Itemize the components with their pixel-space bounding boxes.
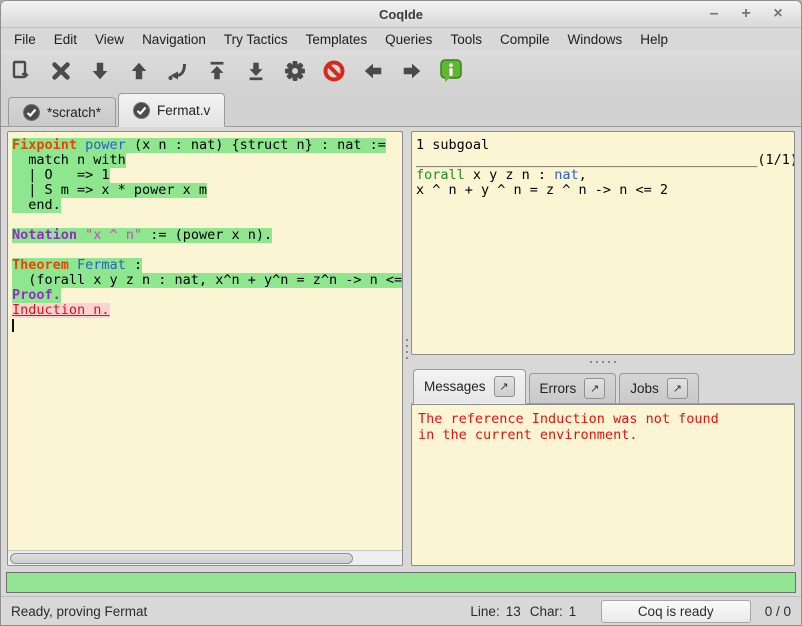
- coq-status-button[interactable]: Coq is ready: [601, 600, 751, 623]
- tab-fermat[interactable]: Fermat.v: [118, 93, 225, 127]
- right-column: 1 subgoal_______________________________…: [411, 131, 795, 566]
- detach-jobs-icon[interactable]: ↗: [667, 378, 688, 399]
- code-line: | O => 1: [12, 168, 400, 183]
- main-area: Fixpoint power (x n : nat) {struct n} : …: [1, 127, 801, 570]
- tab-jobs[interactable]: Jobs ↗: [619, 373, 699, 403]
- toolbar: [1, 50, 801, 92]
- code-line: 1 subgoal: [416, 138, 790, 153]
- tab-fermat-label: Fermat.v: [157, 103, 210, 118]
- text-cursor: [12, 319, 14, 332]
- menu-item-edit[interactable]: Edit: [45, 30, 86, 49]
- close-button[interactable]: ×: [767, 2, 789, 26]
- code-line: Induction n.: [12, 303, 400, 318]
- menu-bar: FileEditViewNavigationTry TacticsTemplat…: [1, 28, 801, 50]
- horizontal-scrollbar[interactable]: [8, 550, 402, 565]
- tab-check-icon: [23, 104, 40, 121]
- menu-item-view[interactable]: View: [86, 30, 133, 49]
- line-label: Line:: [470, 604, 499, 619]
- char-label: Char:: [530, 604, 563, 619]
- code-line: (forall x y z n : nat, x^n + y^n = z^n -…: [12, 273, 400, 288]
- jobs-counter: 0 / 0: [765, 604, 791, 619]
- maximize-button[interactable]: +: [735, 2, 757, 26]
- code-line: [12, 243, 400, 258]
- previous-occurrence-icon[interactable]: [360, 58, 386, 84]
- script-editor-panel: Fixpoint power (x n : nat) {struct n} : …: [7, 131, 403, 566]
- detach-messages-icon[interactable]: ↗: [494, 376, 515, 397]
- menu-item-try-tactics[interactable]: Try Tactics: [215, 30, 297, 49]
- code-line: forall x y z n : nat,: [416, 168, 790, 183]
- tab-messages[interactable]: Messages ↗: [413, 369, 526, 404]
- status-ready-text: Ready, proving Fermat: [11, 604, 147, 619]
- line-value: 13: [506, 604, 524, 619]
- check-document-icon[interactable]: [9, 58, 35, 84]
- menu-item-file[interactable]: File: [5, 30, 45, 49]
- message-line: in the current environment.: [418, 427, 788, 443]
- window-title: CoqIde: [1, 7, 801, 22]
- interrupt-icon[interactable]: [321, 58, 347, 84]
- status-right: Line: 13 Char: 1 Coq is ready 0 / 0: [470, 600, 791, 623]
- code-line: match n with: [12, 153, 400, 168]
- code-editor[interactable]: Fixpoint power (x n : nat) {struct n} : …: [8, 132, 402, 550]
- messages-panel[interactable]: The reference Induction was not foundin …: [411, 404, 795, 566]
- code-line: x ^ n + y ^ n = z ^ n -> n <= 2: [416, 183, 790, 198]
- char-value: 1: [569, 604, 587, 619]
- tab-errors-label: Errors: [540, 381, 577, 396]
- coqide-window: CoqIde – + × FileEditViewNavigationTry T…: [0, 0, 802, 626]
- tab-messages-label: Messages: [424, 379, 486, 394]
- menu-item-queries[interactable]: Queries: [376, 30, 441, 49]
- vertical-splitter[interactable]: [403, 131, 411, 566]
- code-line: [12, 318, 400, 333]
- detach-errors-icon[interactable]: ↗: [584, 378, 605, 399]
- title-bar[interactable]: CoqIde – + ×: [1, 1, 801, 28]
- message-tab-bar: Messages ↗ Errors ↗ Jobs ↗: [411, 368, 795, 404]
- minimize-button[interactable]: –: [703, 2, 725, 26]
- goal-panel[interactable]: 1 subgoal_______________________________…: [411, 131, 795, 355]
- code-line: [12, 213, 400, 228]
- go-to-cursor-icon[interactable]: [165, 58, 191, 84]
- document-tab-bar: *scratch* Fermat.v: [1, 92, 801, 127]
- menu-item-tools[interactable]: Tools: [441, 30, 491, 49]
- tab-jobs-label: Jobs: [630, 381, 659, 396]
- go-to-begin-icon[interactable]: [204, 58, 230, 84]
- code-line: Fixpoint power (x n : nat) {struct n} : …: [12, 138, 400, 153]
- gear-icon[interactable]: [282, 58, 308, 84]
- window-controls: – + ×: [703, 2, 801, 26]
- progress-bar: [6, 572, 796, 593]
- code-line: end.: [12, 198, 400, 213]
- next-occurrence-icon[interactable]: [399, 58, 425, 84]
- code-line: | S m => x * power x m: [12, 183, 400, 198]
- tab-check-icon: [133, 102, 150, 119]
- scrollbar-thumb[interactable]: [10, 553, 353, 564]
- go-to-end-icon[interactable]: [243, 58, 269, 84]
- code-line: Theorem Fermat :: [12, 258, 400, 273]
- code-line: Notation "x ^ n" := (power x n).: [12, 228, 400, 243]
- message-line: The reference Induction was not found: [418, 411, 788, 427]
- step-forward-icon[interactable]: [87, 58, 113, 84]
- tab-errors[interactable]: Errors ↗: [529, 373, 617, 403]
- code-line: Proof.: [12, 288, 400, 303]
- tab-scratch-label: *scratch*: [47, 105, 101, 120]
- menu-item-templates[interactable]: Templates: [297, 30, 377, 49]
- horizontal-splitter[interactable]: [411, 355, 795, 368]
- about-icon[interactable]: [438, 58, 464, 84]
- status-bar: Ready, proving Fermat Line: 13 Char: 1 C…: [1, 596, 801, 625]
- tab-scratch[interactable]: *scratch*: [8, 97, 116, 126]
- menu-item-windows[interactable]: Windows: [558, 30, 631, 49]
- close-x-icon[interactable]: [48, 58, 74, 84]
- step-backward-icon[interactable]: [126, 58, 152, 84]
- code-line: ________________________________________…: [416, 153, 790, 168]
- menu-item-compile[interactable]: Compile: [491, 30, 559, 49]
- menu-item-navigation[interactable]: Navigation: [133, 30, 215, 49]
- menu-item-help[interactable]: Help: [631, 30, 677, 49]
